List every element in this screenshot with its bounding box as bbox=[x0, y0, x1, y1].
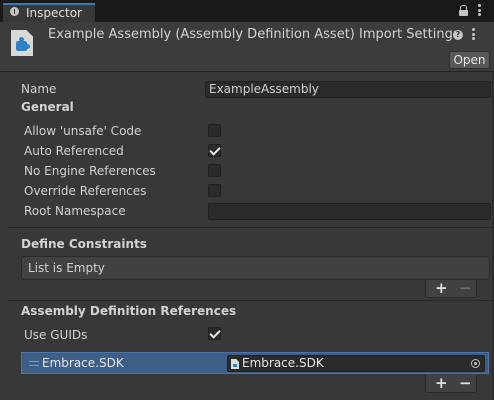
define-constraints-footer: + − bbox=[425, 280, 477, 298]
drag-handle-icon[interactable] bbox=[29, 361, 39, 366]
assembly-reference-field[interactable]: Embrace.SDK bbox=[227, 355, 485, 372]
tab-inspector[interactable]: Inspector bbox=[3, 3, 95, 22]
override-references-checkbox[interactable] bbox=[208, 184, 221, 197]
add-reference-button[interactable]: + bbox=[435, 376, 448, 391]
use-guids-label: Use GUIDs bbox=[24, 328, 88, 342]
allow-unsafe-code-checkbox[interactable] bbox=[208, 124, 221, 137]
assembly-definition-icon bbox=[11, 30, 33, 56]
no-engine-references-label: No Engine References bbox=[24, 164, 156, 178]
object-picker-icon[interactable] bbox=[471, 359, 480, 368]
root-namespace-label: Root Namespace bbox=[24, 204, 126, 218]
general-section-title: General bbox=[21, 100, 74, 114]
settings-menu-icon[interactable] bbox=[472, 28, 475, 40]
info-icon bbox=[10, 7, 19, 16]
root-namespace-input[interactable] bbox=[208, 203, 491, 220]
name-input[interactable]: ExampleAssembly bbox=[205, 81, 491, 98]
assembly-file-icon bbox=[231, 359, 239, 369]
name-label: Name bbox=[21, 82, 57, 96]
define-constraints-list: List is Empty bbox=[21, 256, 490, 280]
use-guids-checkbox[interactable] bbox=[208, 327, 221, 340]
add-constraint-button[interactable]: + bbox=[435, 281, 448, 296]
assembly-reference-name: Embrace.SDK bbox=[42, 356, 124, 370]
list-empty-text: List is Empty bbox=[28, 261, 105, 275]
tab-inspector-label: Inspector bbox=[26, 6, 82, 20]
assembly-reference-value: Embrace.SDK bbox=[242, 356, 324, 370]
define-constraints-title: Define Constraints bbox=[21, 237, 147, 251]
tab-bar: Inspector bbox=[0, 0, 494, 22]
help-icon[interactable]: ? bbox=[453, 30, 463, 40]
auto-referenced-label: Auto Referenced bbox=[24, 144, 124, 158]
page-title: Example Assembly (Assembly Definition As… bbox=[48, 27, 460, 42]
inspector-header: Example Assembly (Assembly Definition As… bbox=[0, 22, 494, 72]
open-button[interactable]: Open bbox=[449, 51, 490, 69]
no-engine-references-checkbox[interactable] bbox=[208, 164, 221, 177]
divider bbox=[8, 300, 492, 301]
assembly-references-footer: + − bbox=[425, 375, 477, 393]
override-references-label: Override References bbox=[24, 184, 147, 198]
tab-menu-icon[interactable] bbox=[478, 4, 481, 16]
lock-icon[interactable] bbox=[459, 5, 468, 16]
divider bbox=[8, 227, 492, 228]
assembly-references-title: Assembly Definition References bbox=[21, 304, 237, 318]
auto-referenced-checkbox[interactable] bbox=[208, 144, 221, 157]
remove-constraint-button[interactable]: − bbox=[459, 281, 472, 296]
assembly-reference-row[interactable]: Embrace.SDK Embrace.SDK bbox=[21, 352, 489, 374]
remove-reference-button[interactable]: − bbox=[459, 376, 472, 391]
allow-unsafe-code-label: Allow 'unsafe' Code bbox=[24, 124, 142, 138]
